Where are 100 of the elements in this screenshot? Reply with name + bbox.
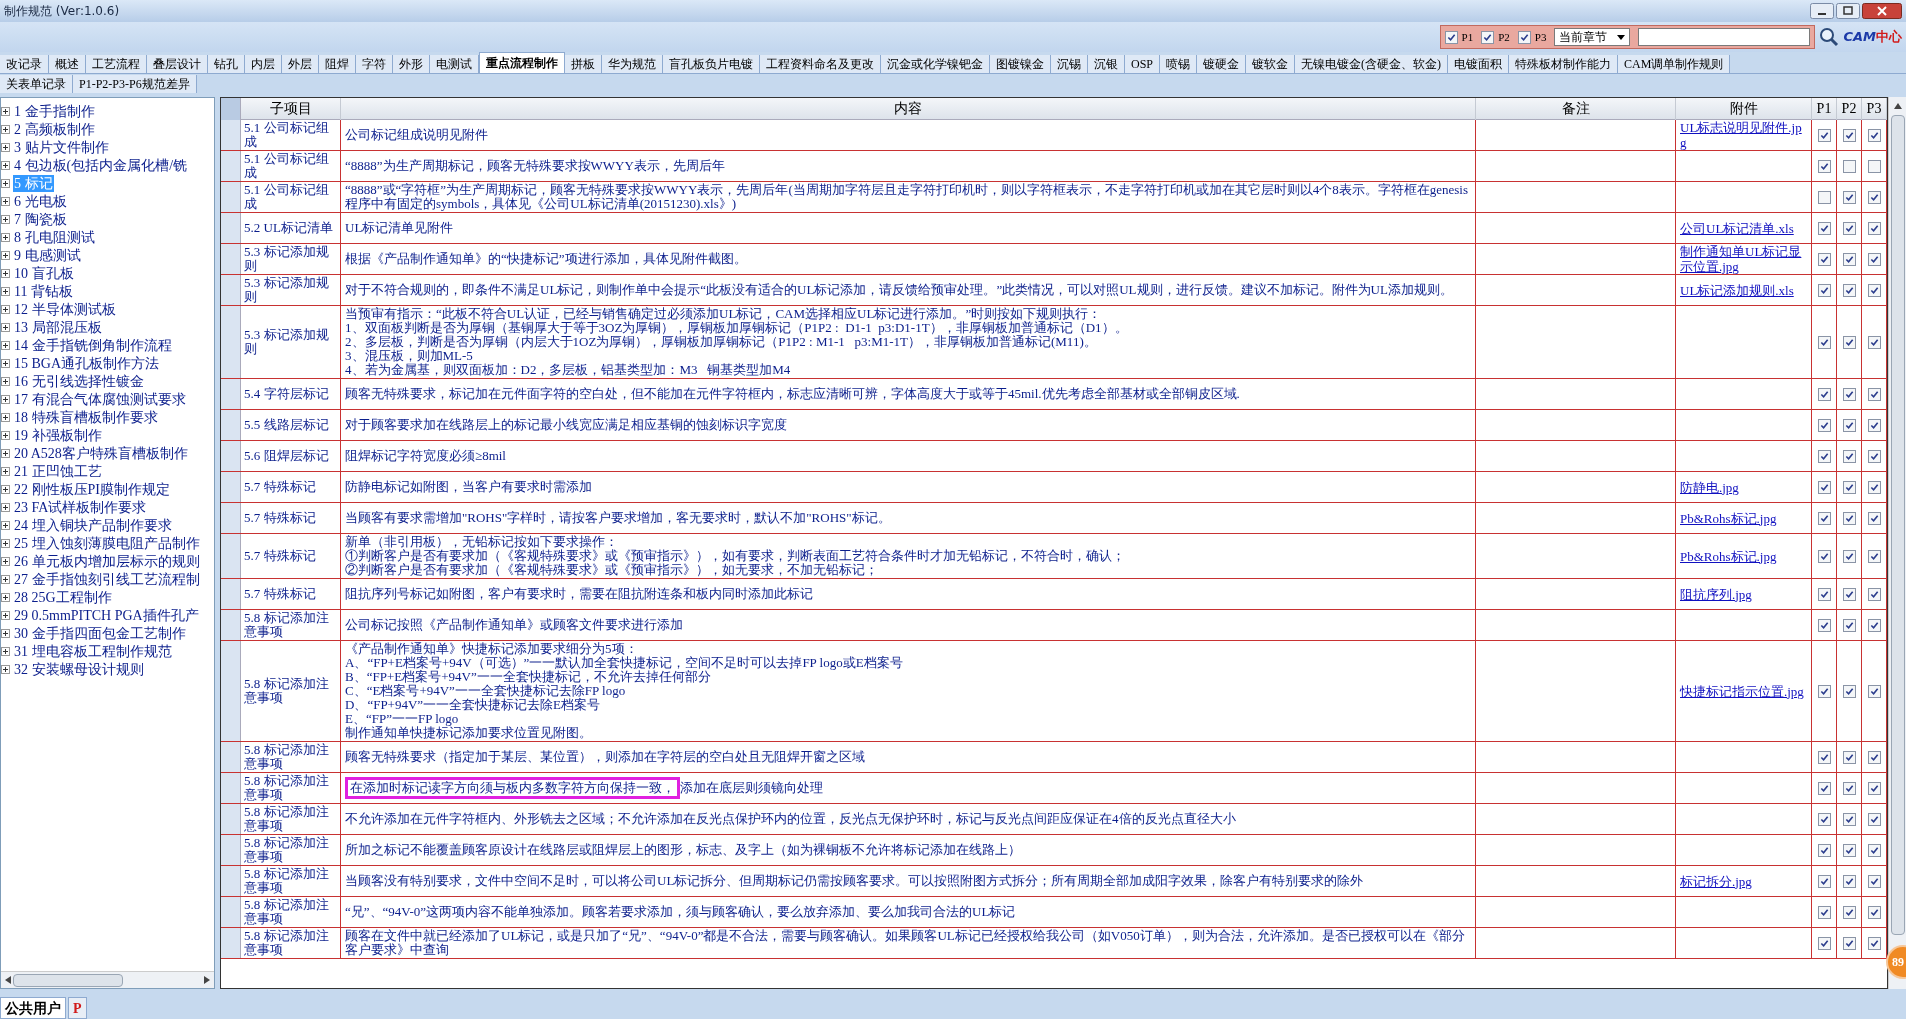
table-checkbox[interactable] [1842,335,1856,349]
table-checkbox[interactable] [1842,387,1856,401]
table-checkbox[interactable] [1867,905,1881,919]
filter-checkbox[interactable] [1517,30,1531,44]
tab[interactable]: 叠层设计 [147,55,208,73]
table-checkbox[interactable] [1842,418,1856,432]
tree-item[interactable]: 18 特殊盲槽板制作要求 [13,408,159,426]
table-checkbox[interactable] [1842,936,1856,950]
table-checkbox[interactable] [1867,618,1881,632]
user-tab[interactable]: 公共用户 [0,997,66,1019]
tree-item[interactable]: 19 补强板制作 [13,426,103,444]
table-checkbox[interactable] [1867,221,1881,235]
table-checkbox[interactable] [1817,159,1831,173]
table-checkbox[interactable] [1842,511,1856,525]
column-header[interactable]: P2 [1837,98,1862,120]
table-checkbox[interactable] [1867,874,1881,888]
expand-icon[interactable] [1,142,10,152]
scroll-up-icon[interactable] [1893,103,1902,109]
tab[interactable]: 华为规范 [602,55,663,73]
expand-icon[interactable] [1,214,10,224]
expand-icon[interactable] [1,250,10,260]
column-header[interactable]: P1 [1812,98,1837,120]
tab[interactable]: 无镍电镀金(含硬金、软金) [1295,55,1448,73]
tree-item[interactable]: 2 高频板制作 [13,120,96,138]
scope-select[interactable]: 当前章节 [1554,28,1631,46]
expand-icon[interactable] [1,268,10,278]
attachment-link[interactable]: UL标志说明见附件.jpg [1680,120,1807,150]
table-checkbox[interactable] [1842,750,1856,764]
tree-item[interactable]: 16 无引线选择性镀金 [13,372,145,390]
tree-item[interactable]: 11 背钻板 [13,282,74,300]
tab[interactable]: 钻孔 [208,55,245,73]
column-header[interactable]: 子项目 [241,98,341,120]
expand-icon[interactable] [1,340,10,350]
tree-item[interactable]: 4 包边板(包括内金属化槽/铣 [13,156,189,174]
attachment-link[interactable]: Pb&Rohs标记.jpg [1680,548,1777,564]
search-icon[interactable] [1819,27,1840,47]
table-checkbox[interactable] [1817,549,1831,563]
table-checkbox[interactable] [1867,283,1881,297]
table-checkbox[interactable] [1842,449,1856,463]
filter-checkbox[interactable] [1444,30,1458,44]
tree-item[interactable]: 31 埋电容板工程制作规范 [13,642,173,660]
minimize-icon[interactable] [1810,3,1834,19]
table-checkbox[interactable] [1867,449,1881,463]
tree-item[interactable]: 3 贴片文件制作 [13,138,110,156]
tree-item[interactable]: 14 金手指铣倒角制作流程 [13,336,173,354]
tab[interactable]: 沉锡 [1051,55,1088,73]
expand-icon[interactable] [1,646,10,656]
tab[interactable]: 外层 [282,55,319,73]
vertical-scrollbar[interactable] [1888,97,1906,989]
user-tab[interactable]: P [68,997,87,1019]
tab[interactable]: 电测试 [430,55,479,73]
tab[interactable]: 特殊板材制作能力 [1509,55,1618,73]
expand-icon[interactable] [1,106,10,116]
table-checkbox[interactable] [1817,618,1831,632]
scrollbar-thumb[interactable] [13,973,123,987]
expand-icon[interactable] [1,610,10,620]
tree-item[interactable]: 10 盲孔板 [13,264,75,282]
table-checkbox[interactable] [1867,387,1881,401]
table-checkbox[interactable] [1867,511,1881,525]
table-checkbox[interactable] [1842,480,1856,494]
tab[interactable]: OSP [1125,55,1160,73]
tab[interactable]: 盲孔板负片电镀 [663,55,760,73]
tree-item[interactable]: 13 局部混压板 [13,318,103,336]
maximize-icon[interactable] [1836,3,1860,19]
tab[interactable]: CAM调单制作规则 [1618,55,1731,73]
table-checkbox[interactable] [1817,128,1831,142]
tab[interactable]: 工艺流程 [86,55,147,73]
table-checkbox[interactable] [1842,843,1856,857]
table-checkbox[interactable] [1842,587,1856,601]
tree-item[interactable]: 25 埋入蚀刻薄膜电阻产品制作 [13,534,201,552]
expand-icon[interactable] [1,232,10,242]
table-checkbox[interactable] [1842,549,1856,563]
tree-item[interactable]: 8 孔电阻测试 [13,228,96,246]
table-checkbox[interactable] [1817,252,1831,266]
tab[interactable]: 阻焊 [319,55,356,73]
tree-item[interactable]: 23 FA试样板制作要求 [13,498,148,516]
expand-icon[interactable] [1,304,10,314]
attachment-link[interactable]: Pb&Rohs标记.jpg [1680,510,1777,526]
attachment-link[interactable]: 公司UL标记清单.xls [1680,220,1794,236]
expand-icon[interactable] [1,556,10,566]
expand-icon[interactable] [1,286,10,296]
tree-item[interactable]: 27 金手指蚀刻引线工艺流程制 [13,570,201,588]
expand-icon[interactable] [1,520,10,530]
tree-item[interactable]: 17 有混合气体腐蚀测试要求 [13,390,187,408]
table-checkbox[interactable] [1817,684,1831,698]
tree-item[interactable]: 24 埋入铜块产品制作要求 [13,516,173,534]
table-checkbox[interactable] [1817,750,1831,764]
tab[interactable]: 电镀面积 [1448,55,1509,73]
table-checkbox[interactable] [1867,418,1881,432]
expand-icon[interactable] [1,178,10,188]
tree-item[interactable]: 15 BGA通孔板制作方法 [13,354,161,372]
table-checkbox[interactable] [1867,128,1881,142]
scroll-right-icon[interactable] [204,976,210,984]
table-checkbox[interactable] [1817,221,1831,235]
table-checkbox[interactable] [1817,781,1831,795]
scroll-left-icon[interactable] [5,976,11,984]
table-checkbox[interactable] [1842,905,1856,919]
table-checkbox[interactable] [1817,874,1831,888]
expand-icon[interactable] [1,466,10,476]
table-checkbox[interactable] [1867,812,1881,826]
